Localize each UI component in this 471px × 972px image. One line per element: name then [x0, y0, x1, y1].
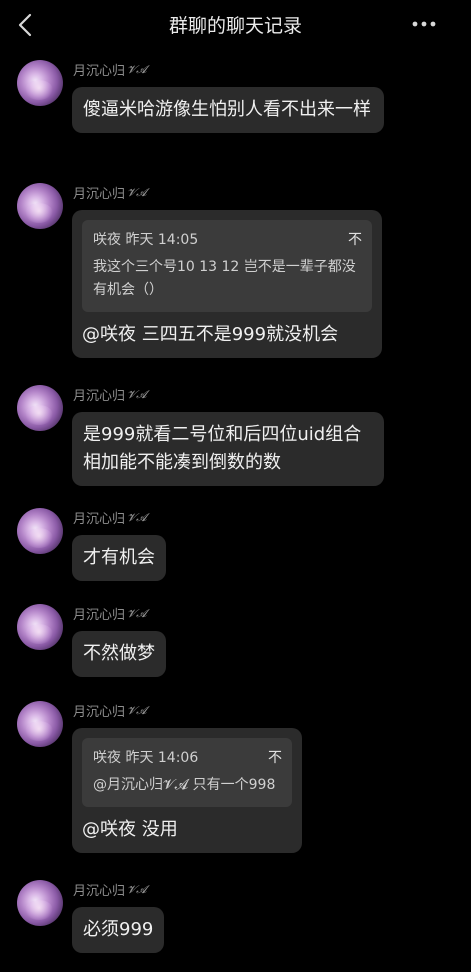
sender-label: 月沉心归 — [73, 64, 126, 79]
message-text: 才有机会 — [83, 547, 155, 568]
message-text: @咲夜 三四五不是999就没机会 — [82, 324, 339, 345]
avatar[interactable] — [17, 701, 63, 747]
back-button[interactable] — [12, 10, 38, 40]
quote-tag: 不 — [348, 232, 362, 248]
page-title: 群聊的聊天记录 — [168, 15, 302, 37]
top-bar: 群聊的聊天记录 — [0, 0, 471, 50]
avatar[interactable] — [17, 508, 63, 554]
quote-tag: 不 — [268, 750, 282, 766]
message-bubble[interactable]: 必须999 — [72, 907, 165, 953]
sender-name: 月沉心归 𝓥𝓐 — [73, 183, 147, 203]
more-dots-icon — [412, 21, 436, 27]
message-bubble[interactable]: 傻逼米哈游像生怕别人看不出来一样 — [72, 87, 384, 133]
quoted-message[interactable]: 咲夜 昨天 14:05 不 我这个三个号10 13 12 岂不是一辈子都没有机会… — [82, 220, 372, 312]
avatar[interactable] — [17, 880, 63, 926]
sender-name: 月沉心归 𝓥𝓐 — [73, 385, 147, 405]
message-bubble[interactable]: 不然做梦 — [72, 631, 166, 677]
sender-label: 月沉心归 — [73, 608, 126, 623]
message-text: 不然做梦 — [83, 643, 155, 664]
sender-badge: 𝓥𝓐 — [127, 606, 147, 620]
sender-label: 月沉心归 — [73, 705, 126, 720]
sender-label: 月沉心归 — [73, 187, 126, 202]
avatar[interactable] — [17, 385, 63, 431]
avatar[interactable] — [17, 60, 63, 106]
message-text: @咲夜 没用 — [82, 819, 178, 840]
quote-author-time: 咲夜 昨天 14:05 — [93, 232, 199, 248]
quoted-message[interactable]: 咲夜 昨天 14:06 不 @月沉心归𝓥𝓐 只有一个998 — [82, 738, 292, 807]
sender-name: 月沉心归 𝓥𝓐 — [73, 880, 147, 900]
sender-badge: 𝓥𝓐 — [127, 387, 147, 401]
more-button[interactable] — [411, 13, 437, 35]
sender-badge: 𝓥𝓐 — [127, 185, 147, 199]
message-bubble[interactable]: 咲夜 昨天 14:05 不 我这个三个号10 13 12 岂不是一辈子都没有机会… — [72, 210, 382, 358]
quote-text: 我这个三个号10 13 12 岂不是一辈子都没有机会（） — [93, 259, 356, 298]
message-text: 是999就看二号位和后四位uid组合相加能不能凑到倒数的数 — [83, 424, 362, 473]
sender-badge: 𝓥𝓐 — [127, 510, 147, 524]
sender-badge: 𝓥𝓐 — [127, 62, 147, 76]
sender-name: 月沉心归 𝓥𝓐 — [73, 604, 147, 624]
sender-badge: 𝓥𝓐 — [127, 882, 147, 896]
sender-name: 月沉心归 𝓥𝓐 — [73, 701, 147, 721]
sender-name: 月沉心归 𝓥𝓐 — [73, 60, 147, 80]
sender-label: 月沉心归 — [73, 389, 126, 404]
chevron-left-icon — [18, 13, 32, 37]
avatar[interactable] — [17, 604, 63, 650]
message-bubble[interactable]: 才有机会 — [72, 535, 166, 581]
avatar[interactable] — [17, 183, 63, 229]
quote-text: @月沉心归𝓥𝓐 只有一个998 — [93, 777, 276, 793]
message-text: 必须999 — [83, 919, 154, 940]
sender-badge: 𝓥𝓐 — [127, 703, 147, 717]
message-bubble[interactable]: 咲夜 昨天 14:06 不 @月沉心归𝓥𝓐 只有一个998 @咲夜 没用 — [72, 728, 302, 853]
message-bubble[interactable]: 是999就看二号位和后四位uid组合相加能不能凑到倒数的数 — [72, 412, 384, 486]
sender-label: 月沉心归 — [73, 884, 126, 899]
message-text: 傻逼米哈游像生怕别人看不出来一样 — [83, 99, 371, 120]
sender-name: 月沉心归 𝓥𝓐 — [73, 508, 147, 528]
sender-label: 月沉心归 — [73, 512, 126, 527]
quote-author-time: 咲夜 昨天 14:06 — [93, 750, 199, 766]
